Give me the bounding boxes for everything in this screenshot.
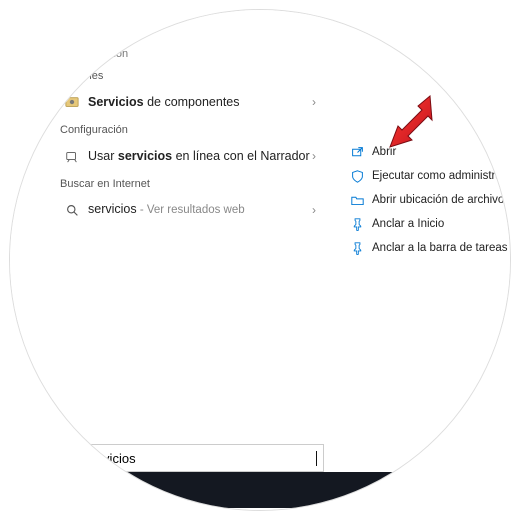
result-servicios-componentes[interactable]: Servicios de componentes › <box>60 88 320 116</box>
section-config: Configuración <box>60 124 320 136</box>
chevron-right-icon: › <box>312 149 316 163</box>
pin-icon <box>350 217 364 231</box>
action-pin-taskbar[interactable]: Anclar a la barra de tareas <box>350 236 510 260</box>
task-view-icon[interactable] <box>419 472 461 508</box>
section-apps: caciones <box>60 70 320 82</box>
app-sublabel: Aplicación <box>78 48 320 60</box>
section-web: Buscar en Internet <box>60 178 320 190</box>
cortana-circle-icon[interactable] <box>377 472 419 508</box>
pin-taskbar-icon <box>350 241 364 255</box>
folder-icon <box>350 193 364 207</box>
context-actions: Abrir Ejecutar como administrador Abrir … <box>350 140 510 260</box>
edge-icon[interactable] <box>503 472 510 508</box>
action-label: Abrir ubicación de archivo <box>372 194 504 206</box>
result-web-search[interactable]: servicios - Ver resultados web › <box>60 196 320 224</box>
search-box[interactable] <box>58 444 324 472</box>
action-open[interactable]: Abrir <box>350 140 510 164</box>
circular-crop: Aplicación caciones Servicios de compone… <box>10 10 510 510</box>
component-services-icon <box>64 94 80 110</box>
search-input[interactable] <box>85 451 310 466</box>
action-pin-start[interactable]: Anclar a Inicio <box>350 212 510 236</box>
action-run-admin[interactable]: Ejecutar como administrador <box>350 164 510 188</box>
result-narrador-services[interactable]: Usar servicios en línea con el Narrador … <box>60 142 320 170</box>
narrator-icon <box>64 148 80 164</box>
result-label: Servicios de componentes <box>88 95 316 110</box>
search-icon <box>65 450 79 466</box>
chevron-right-icon: › <box>312 95 316 109</box>
start-search-panel: Aplicación caciones Servicios de compone… <box>10 10 510 510</box>
chevron-right-icon: › <box>312 203 316 217</box>
search-results: Aplicación caciones Servicios de compone… <box>60 48 320 224</box>
action-label: Abrir <box>372 146 396 158</box>
text-caret <box>316 451 317 466</box>
taskbar-icons <box>377 472 510 508</box>
action-label: Ejecutar como administrador <box>372 170 510 182</box>
result-label: servicios - Ver resultados web <box>88 202 316 218</box>
action-label: Anclar a la barra de tareas <box>372 242 508 254</box>
search-icon <box>64 202 80 218</box>
action-open-location[interactable]: Abrir ubicación de archivo <box>350 188 510 212</box>
result-label: Usar servicios en línea con el Narrador <box>88 149 316 164</box>
shield-icon <box>350 169 364 183</box>
action-label: Anclar a Inicio <box>372 218 444 230</box>
file-explorer-icon[interactable] <box>461 472 503 508</box>
open-icon <box>350 145 364 159</box>
